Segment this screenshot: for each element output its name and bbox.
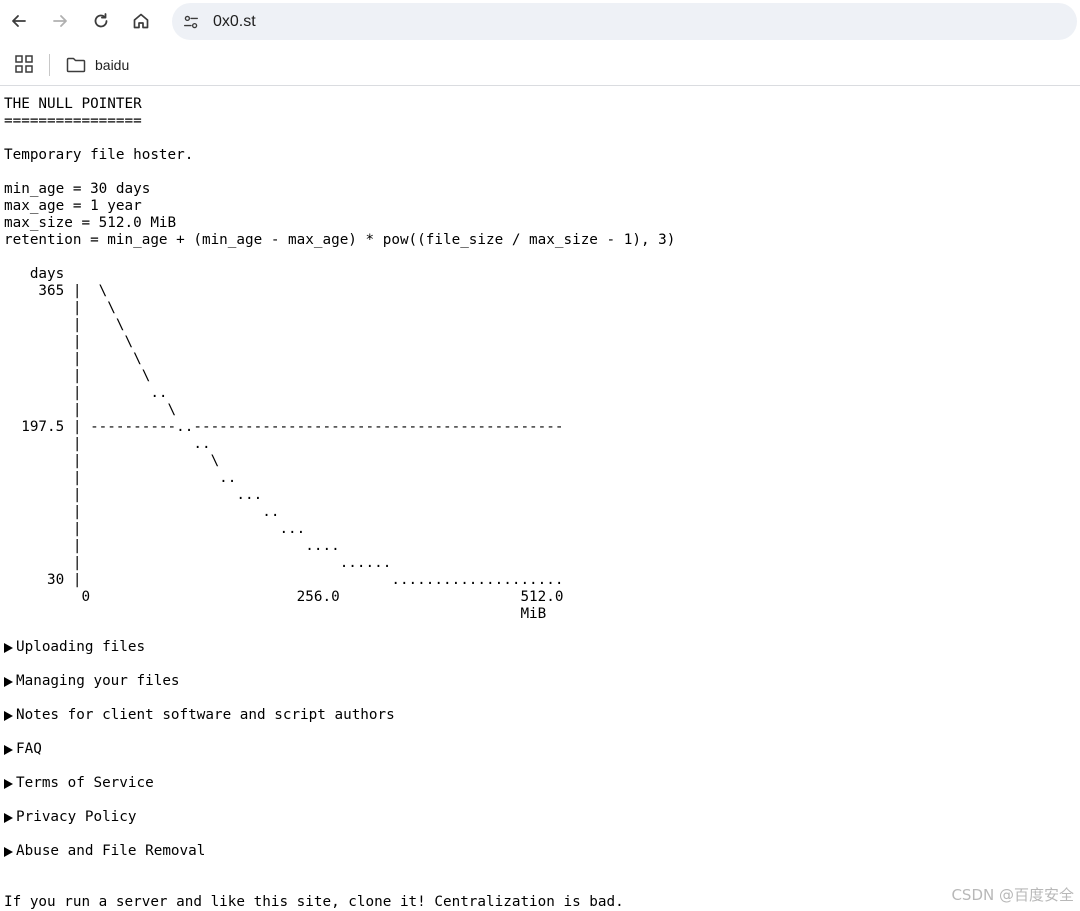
csdn-watermark: CSDN @百度安全 <box>951 886 1074 904</box>
chart-row: | \ <box>4 402 177 418</box>
chart-row: | \ <box>4 351 142 367</box>
browser-toolbar: 0x0.st <box>0 0 1080 44</box>
chart-row: | \ <box>4 368 151 384</box>
page-content: THE NULL POINTER ================ Tempor… <box>0 86 1080 911</box>
back-button[interactable] <box>5 7 33 35</box>
section-terms-of-service[interactable]: Terms of Service <box>4 775 154 792</box>
chart-row: 365 | \ <box>4 283 108 299</box>
disclosure-triangle-icon <box>4 812 13 823</box>
disclosure-triangle-icon <box>4 846 13 857</box>
folder-icon <box>66 57 86 73</box>
back-arrow-icon <box>12 15 26 27</box>
disclosure-triangle-icon <box>4 710 13 721</box>
disclosure-triangle-icon <box>4 642 13 653</box>
chart-row: | ... <box>4 487 263 503</box>
section-label: Notes for client software and script aut… <box>16 707 395 723</box>
section-client-notes[interactable]: Notes for client software and script aut… <box>4 707 395 724</box>
section-managing-files[interactable]: Managing your files <box>4 673 180 690</box>
section-faq[interactable]: FAQ <box>4 741 42 758</box>
home-icon <box>133 13 149 29</box>
section-label: Privacy Policy <box>16 809 137 825</box>
section-label: Terms of Service <box>16 775 154 791</box>
chart-row: 197.5 | ----------..--------------------… <box>4 419 564 435</box>
site-settings-icon[interactable] <box>180 11 202 33</box>
chart-row: | .... <box>4 538 340 554</box>
home-button[interactable] <box>127 7 155 35</box>
chart-row: 30 | .................... <box>4 572 564 588</box>
chart-row: | \ <box>4 334 134 350</box>
apps-grid-icon[interactable] <box>14 54 34 74</box>
bookmarks-bar: baidu <box>0 44 1080 86</box>
chart-row: | \ <box>4 300 116 316</box>
section-label: FAQ <box>16 741 42 757</box>
disclosure-triangle-icon <box>4 744 13 755</box>
footer-text: If you run a server and like this site, … <box>4 894 624 910</box>
bookmark-baidu[interactable]: baidu <box>66 52 129 78</box>
chart-row: | .. <box>4 385 168 401</box>
bookmark-label: baidu <box>95 57 130 73</box>
retention-ascii-chart: days 365 | \ | \ | \ | \ | \ | \ | .. | … <box>0 86 1080 626</box>
forward-button[interactable] <box>46 7 74 35</box>
section-label: Uploading files <box>16 639 146 655</box>
chart-row: | .. <box>4 436 211 452</box>
chart-row: | \ <box>4 453 220 469</box>
address-bar[interactable]: 0x0.st <box>172 3 1077 40</box>
chart-row: 0 256.0 512.0 <box>4 589 564 605</box>
reload-icon <box>94 13 108 28</box>
section-label: Abuse and File Removal <box>16 843 206 859</box>
url-text[interactable]: 0x0.st <box>213 3 256 40</box>
section-abuse-removal[interactable]: Abuse and File Removal <box>4 843 205 860</box>
section-uploading-files[interactable]: Uploading files <box>4 639 145 656</box>
disclosure-triangle-icon <box>4 778 13 789</box>
chart-row: MiB <box>4 606 547 622</box>
forward-arrow-icon <box>53 15 67 27</box>
chart-row: | ...... <box>4 555 392 571</box>
chart-row: | ... <box>4 521 306 537</box>
chart-row: | .. <box>4 470 237 486</box>
section-privacy-policy[interactable]: Privacy Policy <box>4 809 137 826</box>
reload-button[interactable] <box>87 7 115 35</box>
disclosure-triangle-icon <box>4 676 13 687</box>
chart-row: | \ <box>4 317 125 333</box>
chart-row: | .. <box>4 504 280 520</box>
bookmarks-divider <box>49 54 50 76</box>
chart-row: days <box>4 266 65 282</box>
section-label: Managing your files <box>16 673 180 689</box>
